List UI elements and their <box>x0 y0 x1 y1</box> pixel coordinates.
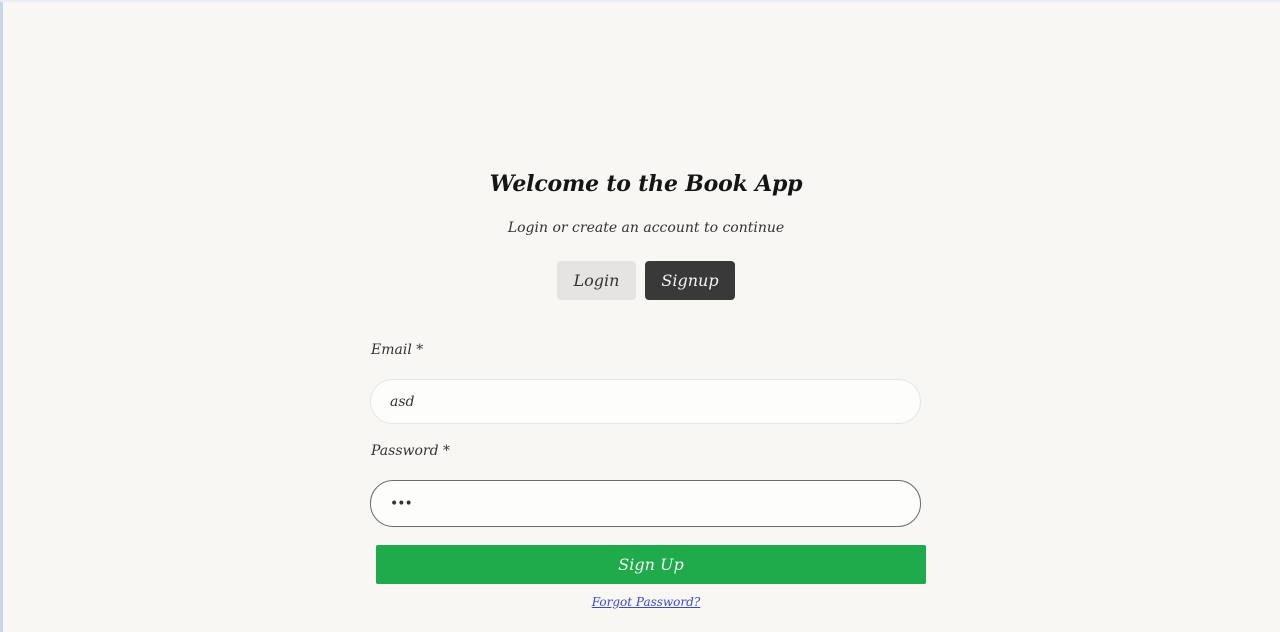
page-subtitle: Login or create an account to continue <box>507 220 785 236</box>
window-left-edge <box>0 0 3 632</box>
email-field[interactable] <box>370 379 921 424</box>
window-top-edge <box>0 0 1280 2</box>
password-field[interactable] <box>370 480 921 527</box>
tab-login[interactable]: Login <box>557 261 636 300</box>
email-label: Email * <box>371 342 424 358</box>
sign-up-button[interactable]: Sign Up <box>376 545 926 584</box>
page-title: Welcome to the Book App <box>489 171 803 197</box>
password-label: Password * <box>371 443 451 459</box>
forgot-password-link[interactable]: Forgot Password? <box>0 595 1280 609</box>
tab-signup[interactable]: Signup <box>645 261 735 300</box>
